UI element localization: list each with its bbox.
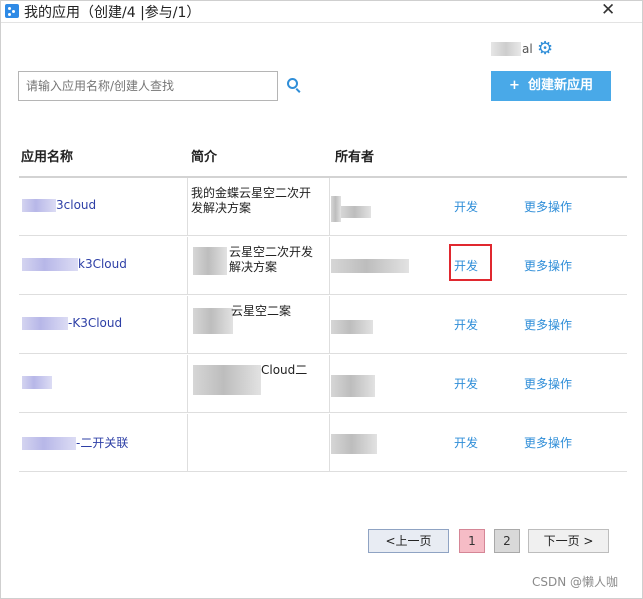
blurred-text	[22, 199, 56, 212]
develop-link[interactable]: 开发	[454, 198, 478, 215]
more-actions-link[interactable]: 更多操作	[524, 316, 572, 333]
develop-link[interactable]: 开发	[454, 434, 478, 451]
next-page-button[interactable]: 下一页 >	[528, 529, 609, 553]
more-actions-link[interactable]: 更多操作	[524, 434, 572, 451]
app-description: 我的金蝶云星空二次开发解决方案	[191, 186, 312, 215]
table-row: -K3Cloud 云星空二案 开发 更多操作	[19, 296, 627, 354]
blurred-text	[22, 376, 52, 389]
app-name-link[interactable]: -K3Cloud	[22, 316, 187, 330]
create-app-button[interactable]: + 创建新应用	[491, 71, 611, 101]
window-title: 我的应用（创建/4 |参与/1）	[24, 5, 201, 21]
table-row: 3cloud 我的金蝶云星空二次开发解决方案 开发 更多操作	[19, 178, 627, 236]
highlight-annotation	[449, 244, 492, 281]
column-header-description: 简介	[191, 150, 218, 165]
blurred-text	[22, 258, 78, 271]
search-input[interactable]	[18, 71, 278, 101]
app-name-link[interactable]: 3cloud	[22, 198, 187, 212]
username-suffix: al	[522, 42, 533, 56]
table-row: k3Cloud 云星空二次开发解决方案 开发 更多操作	[19, 237, 627, 295]
app-owner	[331, 428, 391, 458]
app-owner	[331, 192, 391, 222]
watermark: CSDN @懒人咖	[532, 575, 619, 589]
blurred-text	[22, 437, 76, 450]
plus-icon: +	[509, 78, 520, 93]
app-name-link[interactable]: k3Cloud	[22, 257, 187, 271]
more-actions-link[interactable]: 更多操作	[524, 198, 572, 215]
column-header-name: 应用名称	[21, 150, 74, 165]
search-icon[interactable]	[287, 78, 301, 93]
my-apps-window: 我的应用（创建/4 |参与/1） ✕ al ⚙ + 创建新应用 应用名称 简介 所…	[0, 0, 643, 599]
app-owner	[331, 310, 391, 340]
app-name-link[interactable]: -二开关联	[22, 434, 187, 451]
gear-icon[interactable]: ⚙	[537, 40, 553, 58]
more-actions-link[interactable]: 更多操作	[524, 257, 572, 274]
close-icon[interactable]: ✕	[601, 0, 615, 20]
app-icon	[5, 4, 19, 18]
app-owner	[331, 369, 391, 399]
develop-link[interactable]: 开发	[454, 316, 478, 333]
page-2-button[interactable]: 2	[494, 529, 520, 553]
column-header-owner: 所有者	[335, 150, 375, 165]
table-row: -二开关联 开发 更多操作	[19, 414, 627, 472]
page-1-button[interactable]: 1	[459, 529, 485, 553]
create-app-label: 创建新应用	[527, 78, 593, 93]
blurred-text	[22, 317, 68, 330]
title-bar: 我的应用（创建/4 |参与/1） ✕	[1, 0, 642, 21]
table-row: Cloud二 开发 更多操作	[19, 355, 627, 413]
develop-link[interactable]: 开发	[454, 375, 478, 392]
app-name-link[interactable]	[22, 375, 187, 389]
prev-page-button[interactable]: <上一页	[368, 529, 449, 553]
main-content: al ⚙ + 创建新应用 应用名称 简介 所有者 3cloud 我的金蝶云星空二次…	[1, 22, 642, 598]
username-blurred	[491, 42, 521, 56]
more-actions-link[interactable]: 更多操作	[524, 375, 572, 392]
app-owner	[331, 251, 409, 281]
